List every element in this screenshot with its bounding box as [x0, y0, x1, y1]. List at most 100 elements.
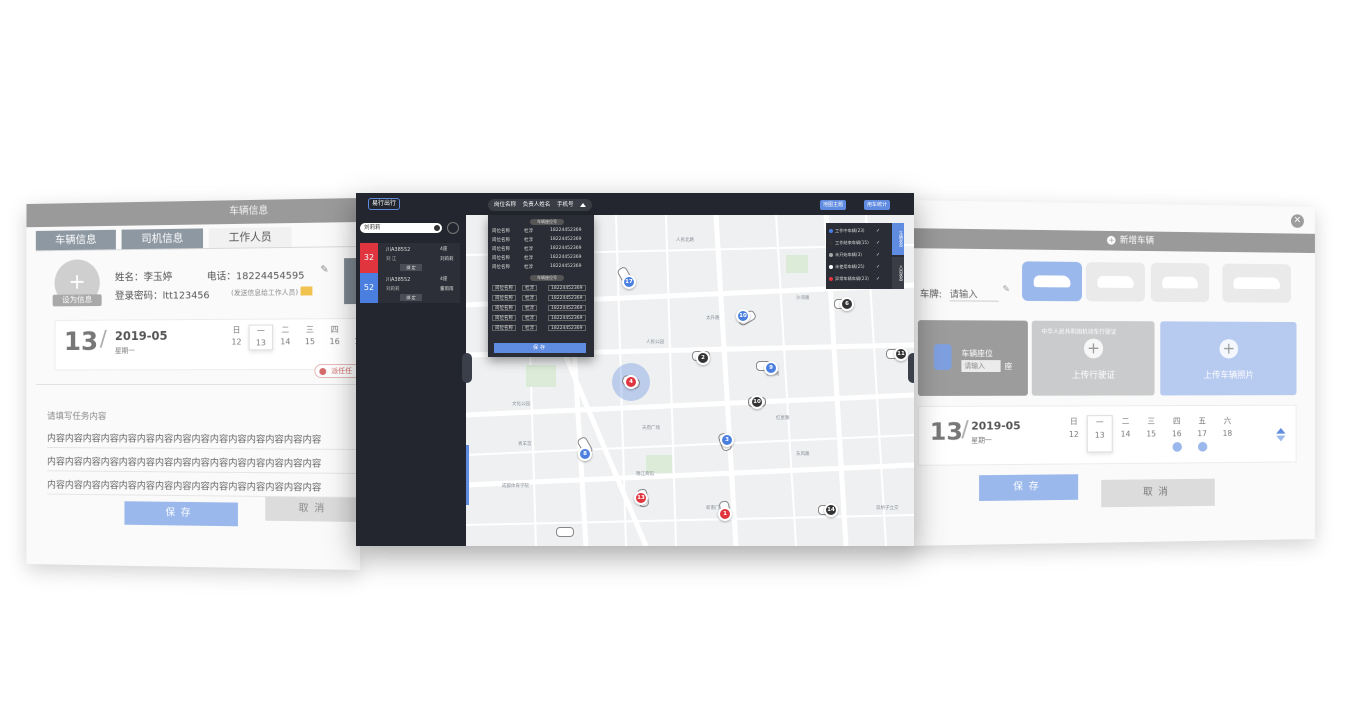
check-icon[interactable]: ✓	[876, 228, 882, 234]
dropdown-row[interactable]: 岗位名称 杜淳 18224452369	[492, 325, 590, 332]
staff-dropdown: 车辆座位号 岗位名称 杜淳 18224452369 岗位名称 杜淳 1822445236…	[488, 215, 594, 357]
cancel-button[interactable]: 取消	[1101, 478, 1215, 508]
dropdown-row[interactable]: 岗位名称 杜淳 18224452369	[492, 315, 590, 322]
usage-stats-button[interactable]: 用车统计	[864, 200, 891, 210]
dropdown-row[interactable]: 岗位名称 杜淳 18224452369	[492, 285, 590, 292]
check-icon[interactable]: ✓	[876, 252, 882, 258]
collapse-sidebar-handle[interactable]	[462, 353, 472, 383]
bind-button[interactable]: 绑 定	[400, 294, 422, 301]
dispatch-tag[interactable]: 派任任	[314, 363, 360, 379]
tab-staff-status[interactable]: 人员状态	[892, 257, 904, 289]
cancel-button[interactable]: 取消	[265, 496, 360, 523]
vehicle-marker[interactable]: 9	[764, 361, 778, 375]
vehicle-marker[interactable]: 13	[634, 491, 648, 505]
vehicle-marker[interactable]: 17	[622, 275, 636, 289]
calendar-day[interactable]: 四 16	[1164, 415, 1189, 452]
task-placeholder[interactable]: 请填写任务内容	[47, 409, 106, 422]
dropdown-row[interactable]: 岗位名称 杜淳 18224452369	[492, 246, 590, 253]
task-line[interactable]: 内容内容内容内容内容内容内容内容内容内容内容内容内容内容内容	[47, 430, 357, 450]
dropdown-row[interactable]: 岗位名称 杜淳 18224452369	[492, 255, 590, 262]
task-line[interactable]: 内容内容内容内容内容内容内容内容内容内容内容内容内容内容内容	[47, 453, 357, 474]
search-input[interactable]: 刘莉莉	[360, 223, 442, 233]
check-icon[interactable]: ✓	[876, 264, 882, 270]
vehicle-type-bus[interactable]	[1222, 263, 1291, 303]
check-icon[interactable]: ✓	[876, 276, 882, 282]
dropdown-row[interactable]: 岗位名称 杜淳 18224452369	[492, 228, 590, 235]
search-icon[interactable]	[447, 222, 459, 234]
vehicle-marker[interactable]: 11	[894, 347, 908, 361]
tab-vehicle-info[interactable]: 车辆信息	[35, 229, 116, 251]
day-label: 三	[1147, 416, 1156, 426]
dropdown-row[interactable]: 岗位名称 杜淳 18224452369	[492, 237, 590, 244]
save-button[interactable]: 保存	[124, 501, 238, 527]
filter-owner-name[interactable]: 负责人姓名	[523, 202, 551, 208]
collapse-legend-handle[interactable]	[908, 353, 914, 383]
calendar-day[interactable]: 四 16	[322, 324, 347, 350]
clear-icon[interactable]	[434, 225, 440, 231]
seat-input[interactable]: 请输入	[961, 360, 1001, 373]
chevron-down-icon[interactable]	[1276, 435, 1286, 442]
vehicle-type-van[interactable]	[1150, 262, 1210, 303]
vehicle-marker-selected[interactable]: 4	[624, 375, 638, 389]
vehicle-marker[interactable]: 2	[696, 351, 710, 365]
tab-vehicle-status[interactable]: 车辆状态	[892, 223, 904, 255]
close-icon[interactable]: ✕	[1290, 214, 1304, 228]
calendar-day[interactable]: 三 15	[298, 324, 323, 350]
brand-logo[interactable]: 易行出行	[368, 198, 400, 210]
edit-icon[interactable]: ✎	[1003, 285, 1010, 295]
calendar-day[interactable]: 六 18	[1215, 415, 1240, 452]
plate-input[interactable]: 请输入	[949, 286, 999, 302]
vehicle-type-suv[interactable]	[1085, 262, 1146, 302]
upload-photo-card[interactable]: + 上传车辆照片	[1160, 321, 1297, 396]
upload-photo-label: 上传车辆照片	[1203, 371, 1254, 381]
timeline-ruler[interactable]	[466, 445, 469, 505]
check-icon[interactable]: ✓	[876, 240, 882, 246]
date-slash: /	[99, 327, 107, 352]
section-divider	[35, 384, 360, 385]
bind-button[interactable]: 绑 定	[400, 264, 422, 271]
seat-card[interactable]: 车辆座位 请输入 座	[917, 320, 1028, 396]
calendar-day[interactable]: 五 17	[1189, 415, 1214, 452]
filter-phone[interactable]: 手机号	[557, 202, 574, 208]
chevron-up-icon[interactable]	[1276, 427, 1286, 434]
vehicle-marker[interactable]: 10	[736, 309, 750, 323]
avatar-button[interactable]: 设为信息	[52, 294, 102, 307]
upload-license-card[interactable]: 中华人民共和国机动车行驶证 + 上传行驶证	[1031, 320, 1155, 396]
window-title: 车辆信息	[26, 198, 360, 228]
vehicle-marker[interactable]: 10	[750, 395, 764, 409]
plate-label: 车牌:	[919, 289, 942, 301]
vehicle-list-item[interactable]: 32 川A38552 刘 江 4座 刘莉莉 绑 定	[360, 243, 460, 273]
chevron-up-icon[interactable]	[580, 202, 587, 207]
vehicle-marker[interactable]: 1	[718, 507, 732, 521]
vehicle-type-sedan[interactable]	[1022, 261, 1083, 302]
calendar-day-selected[interactable]: 一 13	[1086, 415, 1113, 453]
dropdown-row[interactable]: 岗位名称 杜淳 18224452369	[492, 264, 590, 271]
task-line[interactable]: 内容内容内容内容内容内容内容内容内容内容内容内容内容内容内容	[47, 477, 357, 498]
vehicle-marker[interactable]: 6	[840, 297, 854, 311]
dropdown-row[interactable]: 岗位名称 杜淳 18224452369	[492, 305, 590, 312]
row-phone: 18224452369	[548, 295, 586, 301]
tab-staff[interactable]: 工作人员	[208, 227, 292, 249]
car-icon[interactable]	[556, 527, 574, 537]
vehicle-marker[interactable]: 14	[824, 503, 838, 517]
calendar-day[interactable]: 日 12	[1061, 415, 1087, 453]
dropdown-group-label: 车辆座位号	[530, 219, 564, 225]
filter-post-name[interactable]: 岗位名称	[494, 202, 516, 208]
calendar-day-selected[interactable]: 一 13	[248, 324, 274, 351]
filter-bar[interactable]: 岗位名称 负责人姓名 手机号	[488, 199, 592, 211]
calendar-day[interactable]: 日 12	[224, 325, 248, 351]
envelope-icon[interactable]	[300, 286, 313, 296]
calendar-day[interactable]: 二 14	[1113, 415, 1139, 452]
calendar-day[interactable]: 二 14	[273, 324, 298, 350]
calendar-day[interactable]: 三 15	[1138, 415, 1164, 452]
tab-driver-info[interactable]: 司机信息	[121, 228, 204, 250]
vehicle-list-item[interactable]: 52 川A38552 刘莉莉 4座 董雨雨 绑 定	[360, 273, 460, 303]
dropdown-row[interactable]: 岗位名称 杜淳 18224452369	[492, 295, 590, 302]
map-theme-button[interactable]: 地图主题	[820, 200, 847, 210]
week-switcher[interactable]	[1276, 427, 1286, 442]
dropdown-save-button[interactable]: 保存	[494, 343, 586, 353]
vehicle-marker[interactable]: 8	[578, 447, 592, 461]
save-button[interactable]: 保存	[979, 474, 1079, 502]
vehicle-marker[interactable]: 3	[720, 433, 734, 447]
edit-icon[interactable]: ✎	[320, 264, 328, 275]
